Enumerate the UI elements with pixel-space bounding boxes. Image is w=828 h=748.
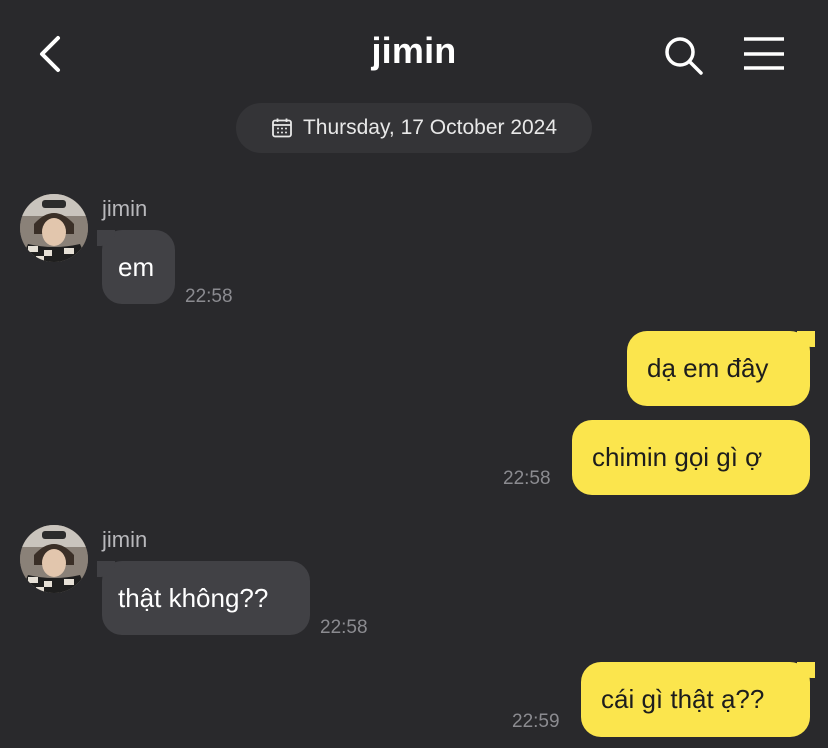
avatar-photo [20,525,88,593]
message-bubble-outgoing[interactable]: cái gì thật ạ?? [581,662,815,737]
message-timestamp: 22:58 [320,617,368,638]
message-bubble-outgoing[interactable]: chimin gọi gì ợ [572,420,810,495]
message-text: cái gì thật ạ?? [601,684,765,714]
message-bubble-incoming[interactable]: em [97,230,175,304]
calendar-icon [272,118,292,138]
menu-button[interactable] [740,34,788,74]
date-label: Thursday, 17 October 2024 [302,116,558,139]
search-button[interactable] [660,32,706,78]
sender-name: jimin [102,527,148,552]
message-timestamp: 22:59 [512,711,560,732]
message-bubble-incoming[interactable]: thật không?? [97,561,310,635]
hamburger-menu-icon [744,37,784,70]
chat-header: jimin [0,0,828,100]
message-text: em [118,251,155,282]
message-text: chimin gọi gì ợ [592,442,763,472]
search-icon [665,37,703,75]
message-bubble-outgoing[interactable]: dạ em đây [627,331,815,406]
avatar[interactable] [20,525,88,593]
message-timestamp: 22:58 [503,468,551,489]
avatar-photo [20,194,88,262]
avatar[interactable] [20,194,88,262]
date-divider: Thursday, 17 October 2024 [236,103,592,153]
message-text: dạ em đây [647,353,769,383]
message-text: thật không?? [118,582,269,613]
sender-name: jimin [102,196,148,221]
message-timestamp: 22:58 [185,286,233,307]
